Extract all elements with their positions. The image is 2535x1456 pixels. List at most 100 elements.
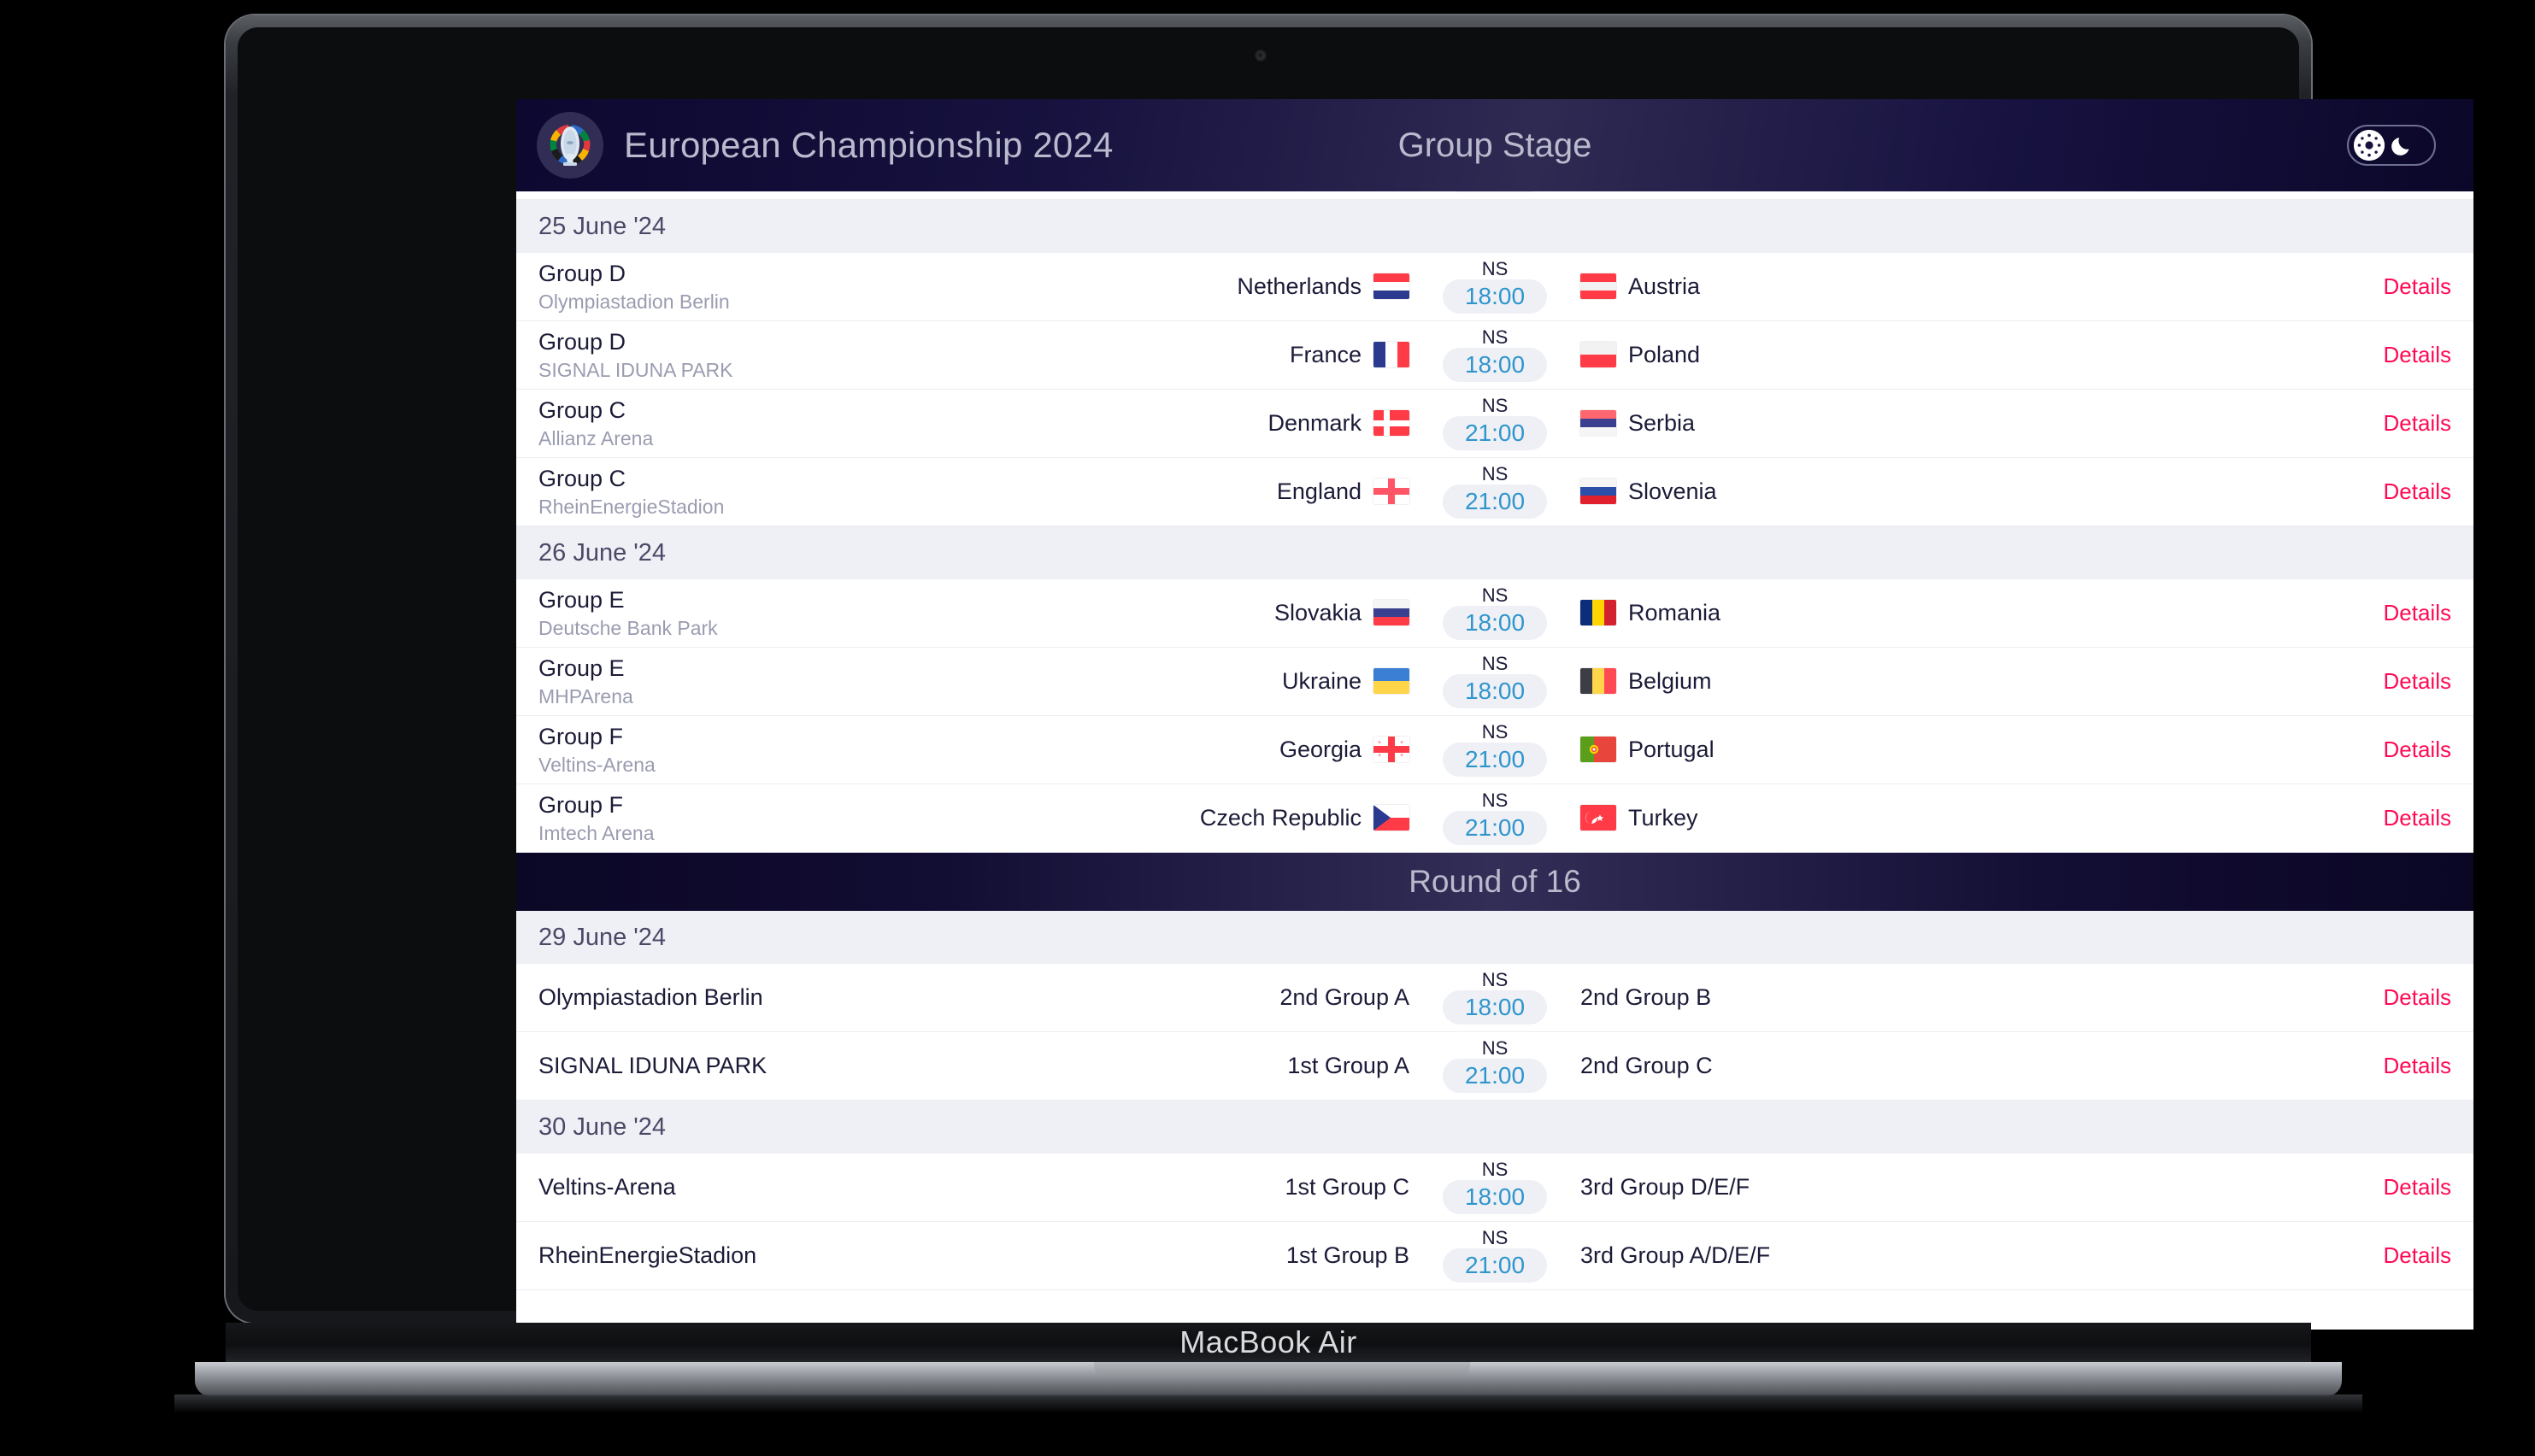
- kickoff-time: 18:00: [1442, 1179, 1548, 1215]
- status-badge: NS: [1481, 720, 1509, 743]
- details-link[interactable]: Details: [2384, 1032, 2451, 1100]
- match-row[interactable]: Olympiastadion Berlin 2nd Group A NS 18:00 2…: [516, 964, 2473, 1032]
- home-team: Czech Republic: [1016, 805, 1409, 831]
- home-team-flag-icon: + + + +: [1373, 737, 1409, 763]
- match-row[interactable]: Group F Veltins-Arena Georgia + + + + NS 21:00 Po…: [516, 716, 2473, 784]
- details-link[interactable]: Details: [2384, 253, 2451, 320]
- status-badge: NS: [1481, 394, 1509, 416]
- fixture-block: Georgia + + + + NS 21:00 Portugal: [516, 716, 2473, 784]
- app-title: European Championship 2024: [624, 125, 1114, 165]
- away-team-name: 3rd Group A/D/E/F: [1580, 1242, 1771, 1268]
- match-time: NS 18:00: [1409, 1160, 1580, 1215]
- match-time: NS21:00: [1409, 720, 1580, 778]
- fixture-block: Denmark NS 21:00 Serbia: [516, 390, 2473, 457]
- details-link[interactable]: Details: [2384, 579, 2451, 647]
- date-header: 29 June '24: [516, 911, 2473, 964]
- match-row[interactable]: Group D Olympiastadion Berlin Netherlands N…: [516, 253, 2473, 321]
- details-link[interactable]: Details: [2384, 321, 2451, 389]
- home-team: 1st Group A: [1016, 1053, 1409, 1079]
- match-time: NS21:00: [1409, 462, 1580, 520]
- kickoff-time: 18:00: [1442, 605, 1548, 641]
- home-team: England: [1016, 478, 1409, 505]
- away-team: Poland: [1580, 342, 1973, 368]
- device-label: MacBook Air: [1179, 1324, 1357, 1359]
- status-badge: NS: [1481, 1158, 1509, 1180]
- away-team-flag-icon: [1580, 478, 1616, 505]
- moon-icon[interactable]: [2390, 132, 2415, 158]
- away-team-name: 2nd Group C: [1580, 1052, 1713, 1078]
- date-header-label: 30 June '24: [538, 1113, 667, 1141]
- status-badge: NS: [1481, 1226, 1509, 1248]
- details-link[interactable]: Details: [2384, 964, 2451, 1031]
- match-row[interactable]: Group E Deutsche Bank Park Slovakia NS 18:00…: [516, 579, 2473, 648]
- away-team-flag-icon: [1580, 600, 1616, 626]
- away-team: Belgium: [1580, 668, 1973, 695]
- details-link[interactable]: Details: [2384, 390, 2451, 457]
- away-team: Turkey: [1580, 805, 1973, 831]
- home-team-name: Ukraine: [1281, 667, 1362, 694]
- details-link[interactable]: Details: [2384, 1154, 2451, 1221]
- kickoff-time: 21:00: [1442, 742, 1548, 778]
- away-team-name: Poland: [1628, 341, 1701, 367]
- match-time: NS 18:00: [1409, 970, 1580, 1025]
- match-row[interactable]: Veltins-Arena 1st Group C NS 18:00 3rd Group…: [516, 1154, 2473, 1222]
- away-team-name: Belgium: [1628, 667, 1712, 694]
- kickoff-time: 21:00: [1442, 484, 1548, 520]
- away-team-name: 3rd Group D/E/F: [1580, 1173, 1750, 1200]
- home-team: 1st Group C: [1016, 1174, 1409, 1201]
- status-badge: NS: [1481, 652, 1509, 674]
- match-row[interactable]: Group E MHPArena Ukraine NS 18:00 Belgium Deta…: [516, 648, 2473, 716]
- details-link[interactable]: Details: [2384, 648, 2451, 715]
- home-team-name: Czech Republic: [1199, 804, 1362, 831]
- match-time: NS21:00: [1409, 789, 1580, 846]
- away-team-name: Turkey: [1628, 804, 1698, 831]
- match-row[interactable]: RheinEnergieStadion 1st Group B NS 21:00 3rd…: [516, 1222, 2473, 1290]
- status-badge: NS: [1481, 462, 1509, 484]
- fixture-block: Netherlands NS 18:00 Austria: [516, 253, 2473, 320]
- fixture-block: England NS 21:00 Slovenia: [516, 458, 2473, 525]
- webcam-icon: [1255, 50, 1267, 62]
- home-team-name: Netherlands: [1237, 273, 1362, 299]
- kickoff-time: 21:00: [1442, 415, 1548, 451]
- away-team: Slovenia: [1580, 478, 1973, 505]
- away-team: Austria: [1580, 273, 1973, 300]
- sun-icon[interactable]: [2354, 130, 2385, 161]
- home-team: France: [1016, 342, 1409, 368]
- fixture-block: 1st Group B NS 21:00 3rd Group A/D/E/F: [516, 1222, 2473, 1289]
- match-time: NS 18:00: [1409, 259, 1580, 314]
- away-team-name: Slovenia: [1628, 478, 1717, 504]
- home-team-flag-icon: [1373, 478, 1409, 505]
- date-header-label: 29 June '24: [538, 923, 667, 951]
- fixture-block: Slovakia NS 18:00 Romania: [516, 579, 2473, 647]
- status-badge: NS: [1481, 584, 1509, 606]
- match-row[interactable]: SIGNAL IDUNA PARK 1st Group A NS 21:00 2nd G…: [516, 1032, 2473, 1101]
- match-row[interactable]: Group C Allianz Arena Denmark NS 21:00 Serbia…: [516, 390, 2473, 458]
- home-team: Denmark: [1016, 410, 1409, 437]
- kickoff-time: 18:00: [1442, 347, 1548, 383]
- kickoff-time: 21:00: [1442, 1058, 1548, 1094]
- status-badge: NS: [1481, 1036, 1509, 1059]
- date-header-label: 25 June '24: [538, 212, 667, 240]
- details-link[interactable]: Details: [2384, 458, 2451, 525]
- kickoff-time: 18:00: [1442, 673, 1548, 709]
- status-badge: NS: [1481, 789, 1509, 811]
- fixture-block: Ukraine NS 18:00 Belgium: [516, 648, 2473, 715]
- date-header: 26 June '24: [516, 526, 2473, 579]
- theme-toggle[interactable]: [2347, 125, 2436, 166]
- match-row[interactable]: Group D SIGNAL IDUNA PARK France NS 18:00 Pol…: [516, 321, 2473, 390]
- match-row[interactable]: Group C RheinEnergieStadion England NS 21:00…: [516, 458, 2473, 526]
- match-time: NS 18:00: [1409, 327, 1580, 383]
- home-team-flag-icon: [1373, 273, 1409, 300]
- home-team-name: Denmark: [1268, 409, 1362, 436]
- match-time: NS21:00: [1409, 396, 1580, 451]
- macbook-air-mockup: Red Bull ArenaCroatiaNS21:00ItalyDetails…: [174, 15, 2473, 1413]
- details-link[interactable]: Details: [2384, 716, 2451, 784]
- brand: European Championship 2024: [516, 112, 1114, 179]
- laptop-base-shadow: [174, 1394, 2362, 1413]
- details-link[interactable]: Details: [2384, 784, 2451, 852]
- details-link[interactable]: Details: [2384, 1222, 2451, 1289]
- match-row[interactable]: Group F Imtech Arena Czech Republic NS 21:00…: [516, 784, 2473, 853]
- home-team-name: 1st Group C: [1285, 1173, 1409, 1200]
- home-team: Georgia + + + +: [1016, 737, 1409, 763]
- home-team-name: France: [1289, 341, 1362, 367]
